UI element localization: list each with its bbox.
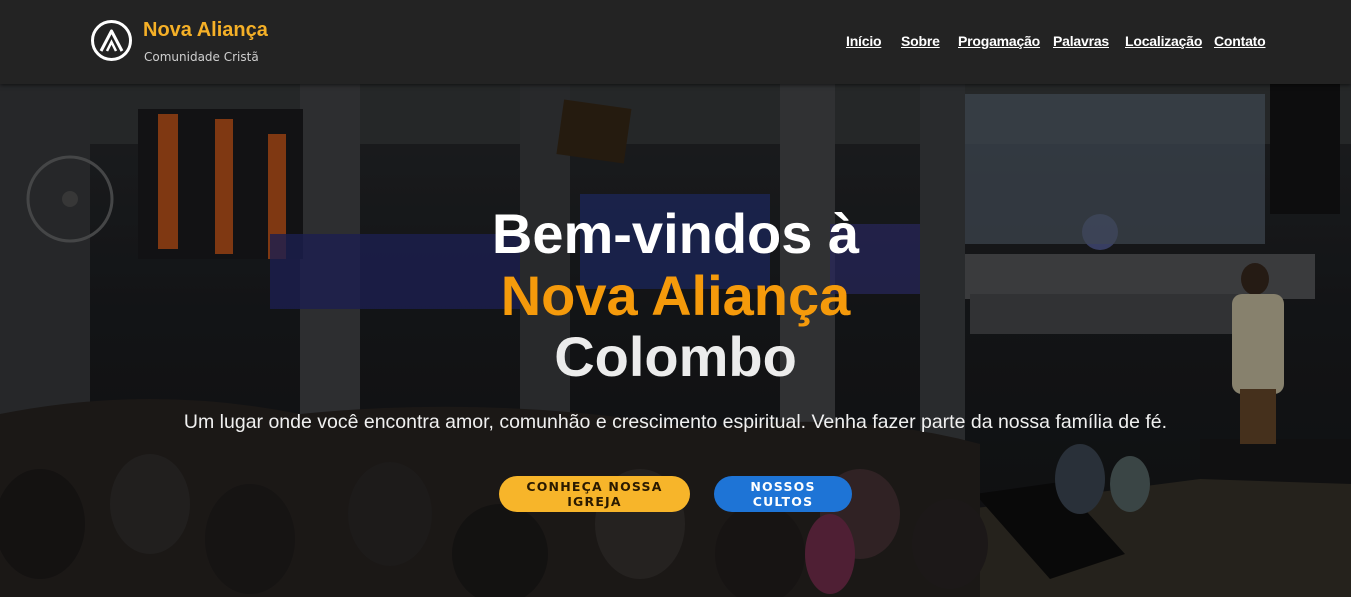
nav-item-sobre[interactable]: Sobre [901,33,940,49]
nav-item-palavras[interactable]: Palavras [1053,33,1109,49]
nav-item-contato[interactable]: Contato [1214,33,1266,49]
hero-section: Bem-vindos à Nova Aliança Colombo Um lug… [0,84,1351,597]
nav-item-programacao[interactable]: Progamação [958,33,1040,49]
know-our-church-button[interactable]: CONHEÇA NOSSA IGREJA [499,476,690,512]
our-services-button[interactable]: NOSSOS CULTOS [714,476,852,512]
nav-item-localizacao[interactable]: Localização [1125,33,1202,49]
hero-title-line1: Bem-vindos à [491,202,860,265]
hero-title-line3: Colombo [554,325,797,388]
site-header: Nova Aliança Comunidade Cristã Início So… [0,0,1351,84]
main-nav: Início Sobre Progamação Palavras Localiz… [0,33,1351,53]
hero-title-line2: Nova Aliança [500,264,851,327]
hero-tagline: Um lugar onde você encontra amor, comunh… [183,411,1168,433]
nav-item-inicio[interactable]: Início [846,33,882,49]
